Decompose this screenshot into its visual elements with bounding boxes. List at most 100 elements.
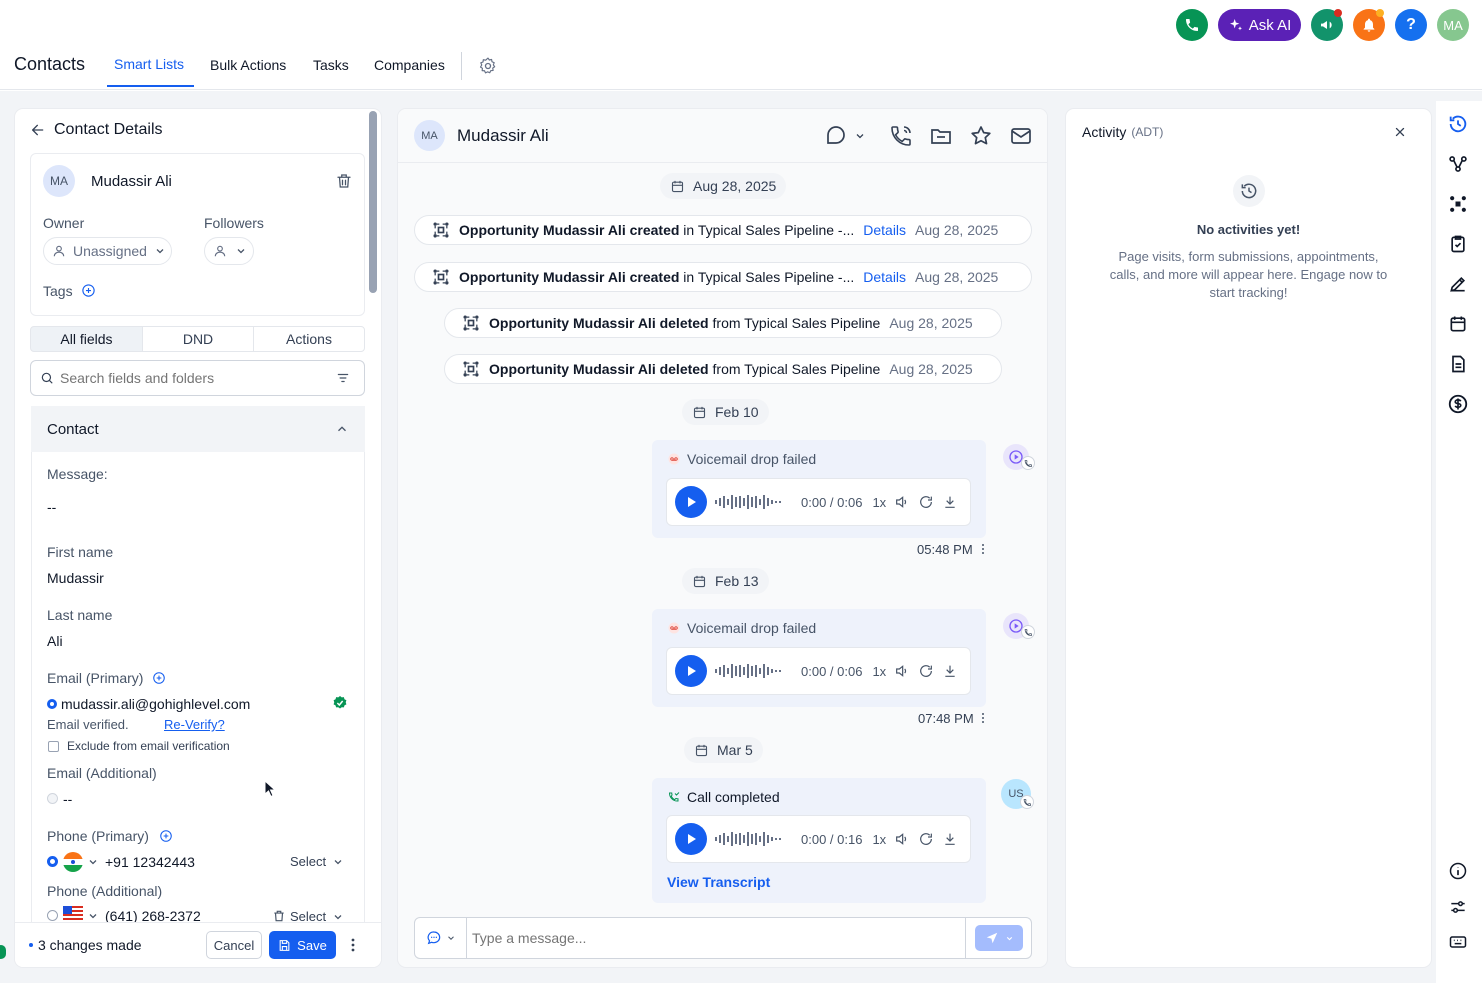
add-email-button[interactable] (152, 671, 166, 685)
tab-dnd[interactable]: DND (142, 326, 254, 352)
tab-all-fields[interactable]: All fields (30, 326, 143, 352)
waveform[interactable] (715, 495, 793, 509)
user-avatar[interactable]: MA (1437, 9, 1469, 41)
close-activity-button[interactable] (1393, 125, 1407, 139)
conversation-channel-select[interactable] (824, 124, 866, 148)
ask-ai-button[interactable]: Ask AI (1218, 9, 1301, 41)
download-icon[interactable] (942, 831, 958, 847)
rail-payments-button[interactable] (1446, 392, 1470, 416)
field-search[interactable] (30, 360, 365, 396)
save-button[interactable]: Save (269, 931, 336, 959)
volume-icon[interactable] (894, 663, 910, 679)
reverify-link[interactable]: Re-Verify? (164, 717, 225, 732)
contact-section-header[interactable]: Contact (31, 406, 365, 452)
cancel-button[interactable]: Cancel (206, 931, 262, 959)
message-input[interactable] (472, 926, 957, 950)
download-icon[interactable] (942, 494, 958, 510)
rail-info-button[interactable] (1446, 859, 1470, 883)
tab-companies[interactable]: Companies (374, 57, 445, 73)
search-input[interactable] (60, 370, 330, 386)
rail-tasks-button[interactable] (1446, 232, 1470, 256)
tab-bulk-actions[interactable]: Bulk Actions (210, 57, 286, 73)
settings-button[interactable] (478, 56, 498, 76)
last-name-field[interactable]: Ali (47, 633, 63, 649)
calendar-icon (1450, 316, 1466, 332)
rail-appointments-button[interactable] (1446, 312, 1470, 336)
email-additional-radio[interactable] (47, 793, 58, 804)
help-button[interactable]: ? (1395, 9, 1427, 41)
activity-header: Activity (ADT) (1082, 124, 1163, 140)
rail-notes-button[interactable] (1446, 272, 1470, 296)
arrow-left-icon (31, 124, 44, 136)
waveform[interactable] (715, 664, 793, 678)
download-icon[interactable] (942, 663, 958, 679)
volume-icon[interactable] (894, 494, 910, 510)
add-phone-button[interactable] (159, 829, 173, 843)
replay-icon[interactable] (918, 663, 934, 679)
play-button[interactable] (675, 486, 707, 518)
playback-speed[interactable]: 1x (872, 832, 886, 847)
tab-tasks[interactable]: Tasks (313, 57, 349, 73)
owner-value: Unassigned (73, 243, 147, 259)
filter-icon[interactable] (336, 371, 350, 385)
rail-keyboard-button[interactable] (1446, 930, 1470, 954)
trash-icon[interactable] (272, 909, 286, 923)
email-primary-radio[interactable] (47, 699, 57, 709)
folder-icon (931, 129, 951, 144)
rail-filters-button[interactable] (1446, 895, 1470, 919)
play-button[interactable] (675, 823, 707, 855)
delete-contact-button[interactable] (335, 172, 353, 190)
view-transcript-link[interactable]: View Transcript (667, 874, 770, 890)
add-tag-button[interactable] (81, 283, 96, 298)
phone-primary-radio[interactable] (47, 856, 58, 867)
playback-speed[interactable]: 1x (872, 495, 886, 510)
phone-additional-radio[interactable] (47, 910, 58, 921)
event-details-link[interactable]: Details (863, 269, 906, 285)
chevron-down-icon[interactable] (87, 910, 99, 922)
rail-activity-button[interactable] (1446, 112, 1470, 136)
opportunity-event: Opportunity Mudassir Ali created in Typi… (414, 215, 1032, 245)
followers-select[interactable] (204, 237, 254, 265)
email-button[interactable] (1009, 124, 1033, 148)
phone-primary-field[interactable]: +91 12342443 (105, 854, 195, 870)
message-menu-icon[interactable] (980, 543, 986, 555)
audio-time: 0:00 / 0:16 (801, 831, 863, 847)
message-title-row: Voicemail drop failed (668, 451, 816, 467)
favorite-button[interactable] (969, 124, 993, 148)
more-options-button[interactable] (349, 937, 357, 953)
call-button[interactable] (889, 124, 913, 148)
back-button[interactable]: Contact Details (30, 121, 163, 139)
tab-actions[interactable]: Actions (253, 326, 365, 352)
us-flag-icon[interactable] (63, 906, 83, 920)
rail-workflow-button[interactable] (1446, 152, 1470, 176)
event-details-link[interactable]: Details (863, 222, 906, 238)
tab-smart-lists[interactable]: Smart Lists (114, 56, 184, 72)
waveform[interactable] (715, 832, 793, 846)
playback-speed[interactable]: 1x (872, 664, 886, 679)
first-name-field[interactable]: Mudassir (47, 570, 104, 586)
files-button[interactable] (929, 124, 953, 148)
changes-indicator: 3 changes made (29, 937, 142, 953)
send-button[interactable] (975, 925, 1023, 951)
rail-documents-button[interactable] (1446, 352, 1470, 376)
message-channel-select[interactable] (415, 918, 467, 958)
email-primary-field[interactable]: mudassir.ali@gohighlevel.com (61, 696, 250, 712)
message-value[interactable]: -- (47, 499, 56, 515)
exclude-checkbox[interactable] (48, 741, 59, 752)
replay-icon[interactable] (918, 494, 934, 510)
email-additional-field[interactable]: -- (63, 791, 72, 807)
announcements-button[interactable] (1311, 9, 1343, 41)
rail-opportunities-button[interactable] (1446, 192, 1470, 216)
phone-button[interactable] (1176, 9, 1208, 41)
phone-primary-type-select[interactable]: Select (290, 854, 344, 869)
play-button[interactable] (675, 655, 707, 687)
owner-select[interactable]: Unassigned (43, 237, 172, 265)
message-title: Voicemail drop failed (687, 451, 817, 467)
replay-icon[interactable] (918, 831, 934, 847)
left-panel-scrollbar[interactable] (369, 111, 377, 293)
volume-icon[interactable] (894, 831, 910, 847)
message-menu-icon[interactable] (980, 712, 986, 724)
chevron-down-icon[interactable] (87, 856, 99, 868)
notifications-button[interactable] (1353, 9, 1385, 41)
india-flag-icon[interactable] (63, 852, 83, 872)
